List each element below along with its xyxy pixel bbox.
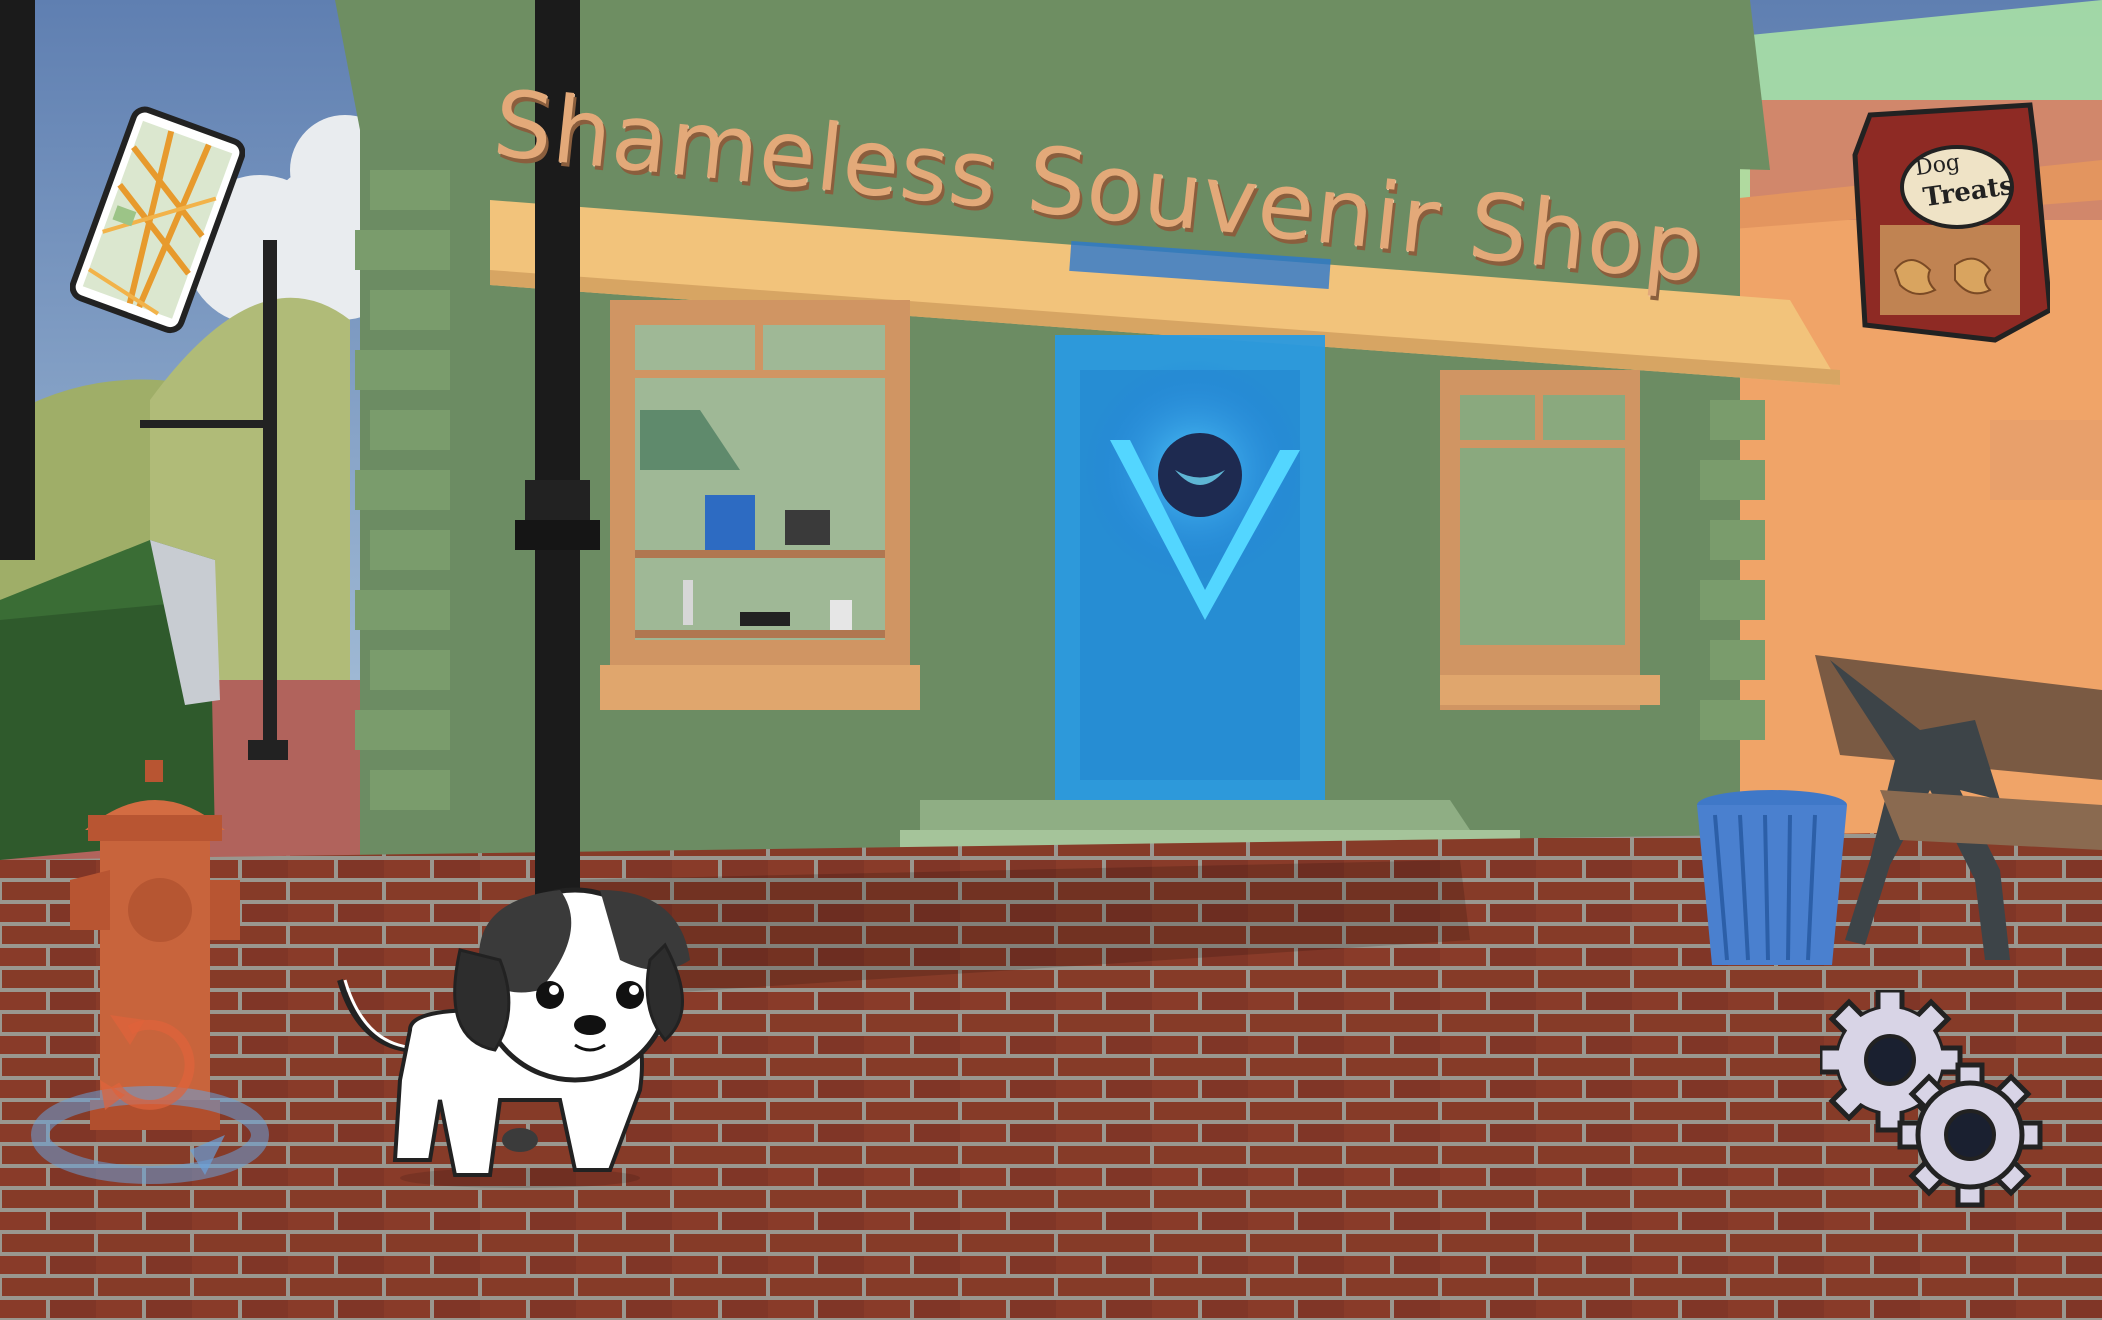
rotate-camera-icon xyxy=(31,1015,269,1184)
dog-treats-button[interactable]: Dog Treats xyxy=(1845,95,2053,345)
lamp-post-back xyxy=(263,240,277,760)
game-viewport[interactable]: Shameless Souvenir Shop Dog Treats xyxy=(0,0,2102,1320)
lamp-post-left xyxy=(0,0,35,560)
map-button[interactable] xyxy=(69,100,246,345)
settings-button[interactable] xyxy=(1817,987,2045,1210)
door-steps xyxy=(920,800,1470,830)
gear-icon xyxy=(1817,987,2043,1208)
dog-treats-bag-icon xyxy=(1852,102,2053,343)
rotate-camera-button[interactable] xyxy=(20,975,285,1195)
shop-emblem xyxy=(1158,433,1242,517)
map-icon xyxy=(69,106,246,334)
shop-corner-blocks-left xyxy=(355,170,450,810)
